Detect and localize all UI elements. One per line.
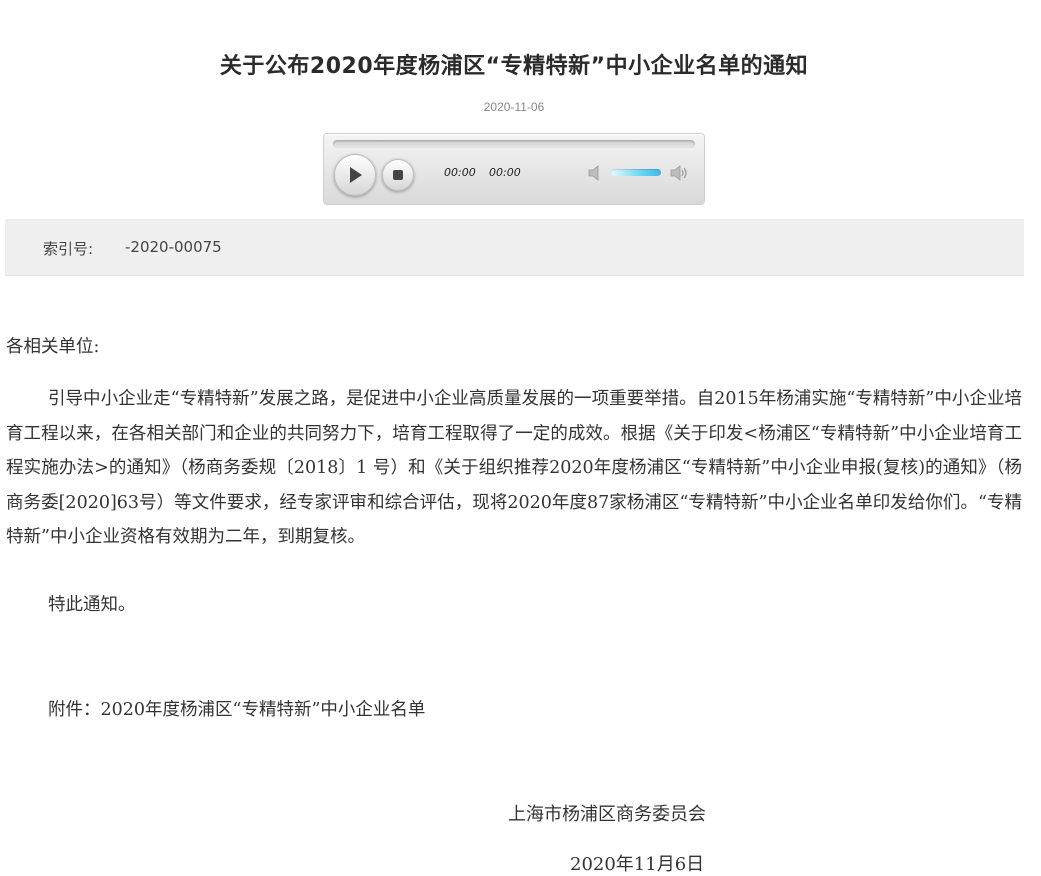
page-title: 关于公布2020年度杨浦区“专精特新”中小企业名单的通知 xyxy=(219,54,809,79)
index-value: -2020-00075 xyxy=(125,238,222,256)
stop-button[interactable] xyxy=(382,159,414,191)
main-paragraph: 引导中小企业走“专精特新”发展之路，是促进中小企业高质量发展的一项重要举措。自2… xyxy=(6,389,1022,547)
audio-player: 00:00 00:00 xyxy=(324,134,704,204)
signer: 上海市杨浦区商务委员会 xyxy=(508,804,706,825)
publish-date: 2020-11-06 xyxy=(483,100,545,114)
volume-slider[interactable] xyxy=(611,169,661,176)
current-time: 00:00 xyxy=(444,166,476,179)
total-time: 00:00 xyxy=(489,166,521,179)
volume-low-icon[interactable] xyxy=(588,165,606,181)
sign-date: 2020年11月6日 xyxy=(570,854,705,875)
play-button[interactable] xyxy=(334,154,376,196)
seek-bar[interactable] xyxy=(333,140,695,148)
salutation: 各相关单位: xyxy=(6,337,100,357)
index-info-box: 索引号: -2020-00075 xyxy=(5,219,1024,276)
index-label: 索引号: xyxy=(43,240,94,258)
volume-high-icon[interactable] xyxy=(670,165,688,181)
attachment-link[interactable]: 附件：2020年度杨浦区“专精特新”中小企业名单 xyxy=(48,693,1041,728)
notice-text: 特此通知。 xyxy=(48,595,136,615)
